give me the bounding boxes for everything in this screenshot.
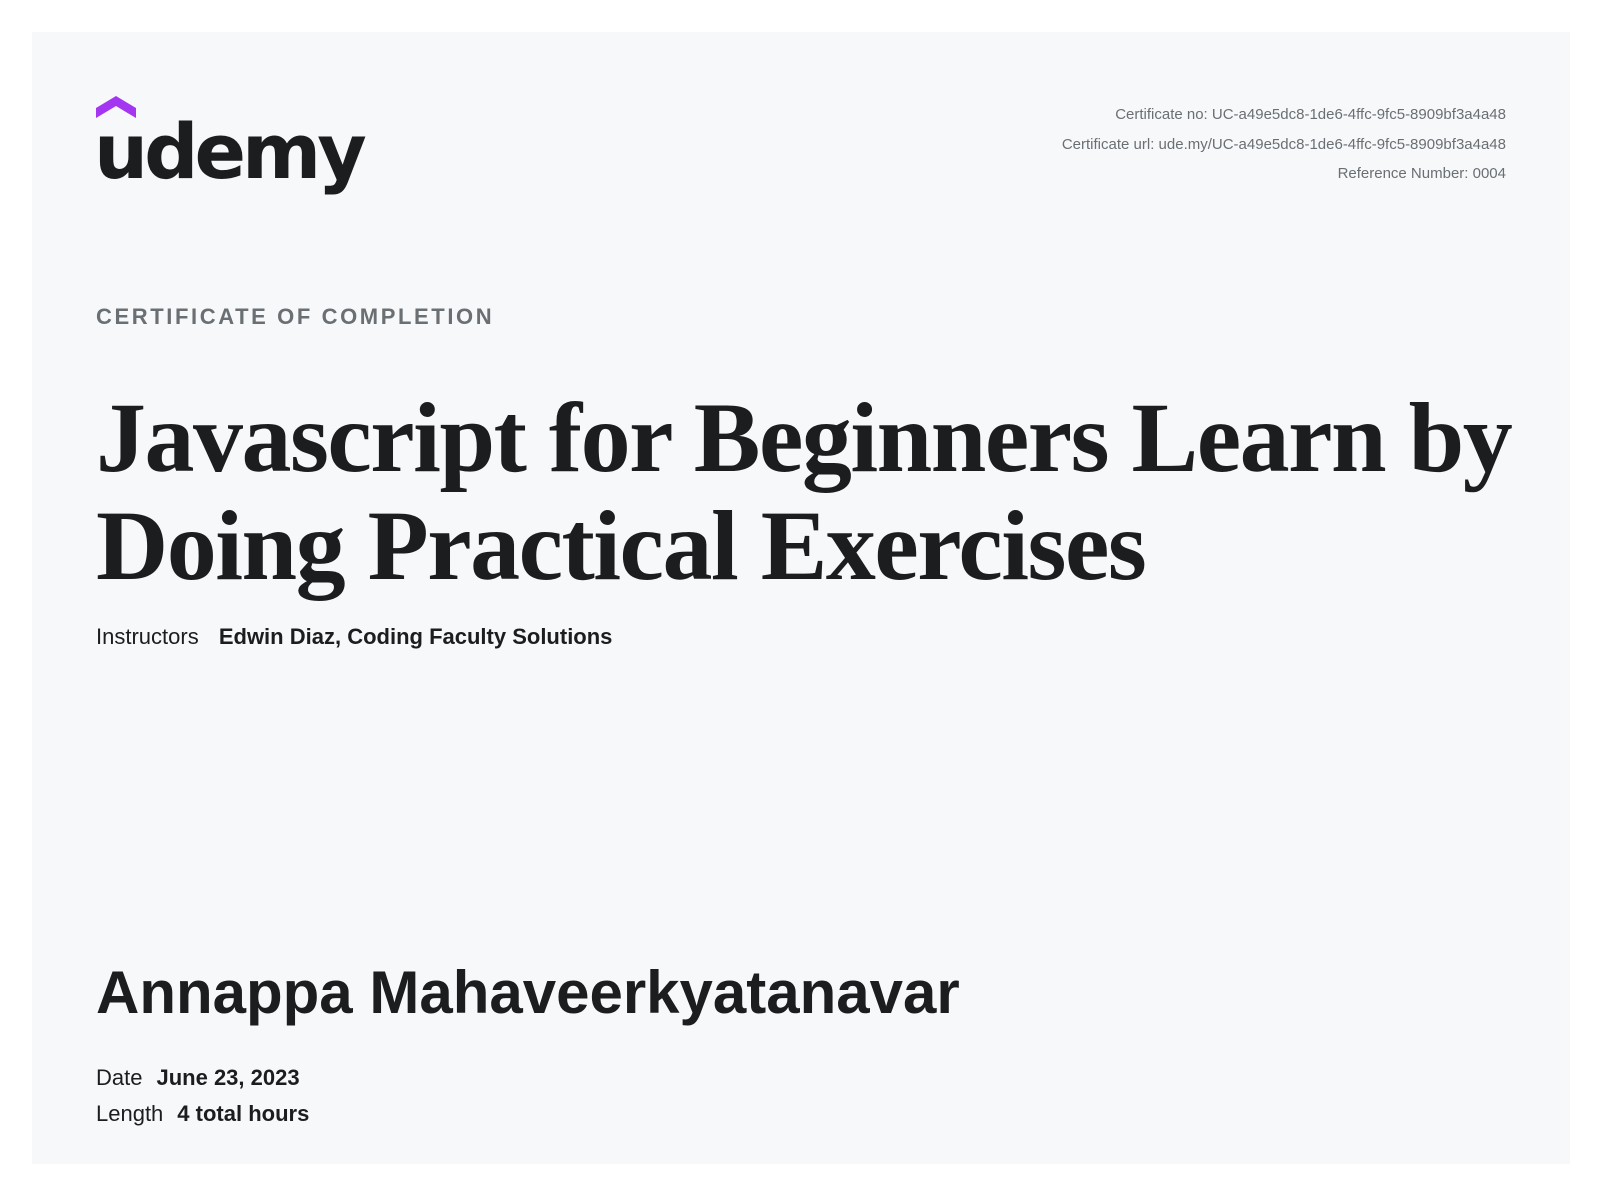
length-row: Length 4 total hours bbox=[96, 1096, 309, 1132]
recipient-name: Annappa Mahaveerkyatanavar bbox=[96, 959, 960, 1026]
course-title: Javascript for Beginners Learn by Doing … bbox=[96, 382, 1513, 601]
length-label: Length bbox=[96, 1101, 164, 1126]
instructor-name: Edwin Diaz, bbox=[218, 624, 342, 649]
certificate-details: Date June 23, 2023 Length 4 total hours bbox=[96, 1060, 309, 1132]
logo-wordmark: udemy bbox=[94, 107, 367, 196]
certificate-url: Certificate url: ude.my/UC-a49e5dc8-1de6… bbox=[1061, 135, 1506, 153]
instructors-line: Instructors Edwin Diaz, Coding Faculty S… bbox=[96, 624, 612, 650]
certificate-meta: Certificate no: UC-a49e5dc8-1de6-4ffc-9f… bbox=[1062, 100, 1506, 189]
instructors-label: Instructors bbox=[96, 624, 199, 649]
certificate-sheet: udemy Certificate no: UC-a49e5dc8-1de6-4… bbox=[32, 32, 1570, 1164]
certificate-number: Certificate no: UC-a49e5dc8-1de6-4ffc-9f… bbox=[1115, 106, 1506, 123]
reference-number: Reference Number: 0004 bbox=[1337, 165, 1506, 182]
completion-label: CERTIFICATE OF COMPLETION bbox=[96, 304, 495, 329]
length-value: 4 total hours bbox=[177, 1101, 310, 1126]
date-value: June 23, 2023 bbox=[156, 1065, 300, 1090]
instructor-name: Coding Faculty Solutions bbox=[347, 624, 613, 649]
date-row: Date June 23, 2023 bbox=[96, 1060, 309, 1096]
date-label: Date bbox=[96, 1065, 143, 1090]
